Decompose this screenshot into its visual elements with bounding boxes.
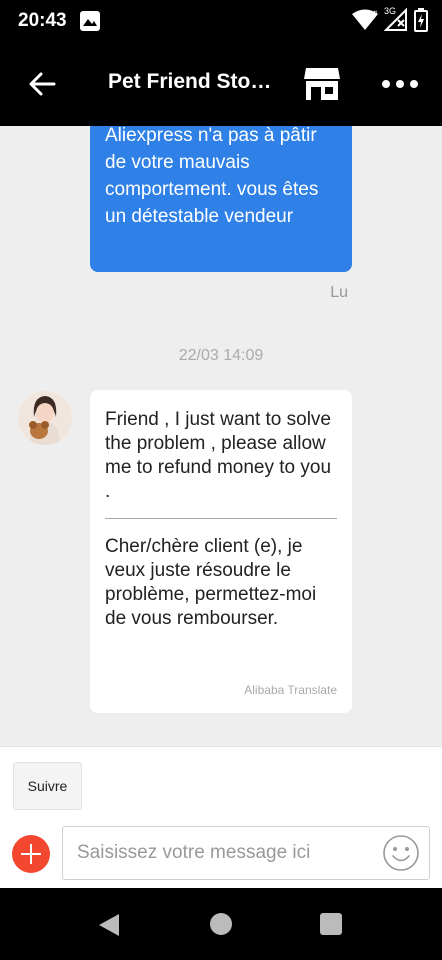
- wifi-icon: ⇅: [352, 9, 378, 30]
- store-name-title: Pet Friend Sto…: [108, 70, 272, 93]
- emoji-icon[interactable]: [382, 834, 420, 872]
- nav-home-icon[interactable]: [210, 913, 232, 935]
- more-dot: [382, 80, 390, 88]
- svg-text:⇅: ⇅: [373, 10, 378, 17]
- back-arrow-icon[interactable]: [28, 70, 56, 98]
- message-input-box[interactable]: [62, 826, 430, 880]
- composer-panel: Suivre: [0, 746, 442, 888]
- message-timestamp: 22/03 14:09: [178, 347, 264, 364]
- follow-button[interactable]: Suivre: [13, 762, 82, 810]
- outgoing-message-text: Aliexpress n'a pas à pâtir de votre mauv…: [105, 126, 319, 227]
- seller-avatar[interactable]: [18, 391, 72, 445]
- network-type: 3G: [384, 6, 397, 16]
- nav-back-icon[interactable]: [98, 913, 120, 937]
- add-icon[interactable]: [12, 835, 50, 873]
- translation-credit: Alibaba Translate: [244, 683, 337, 697]
- more-icon[interactable]: [382, 80, 418, 88]
- image-notification-icon: [80, 11, 100, 31]
- nav-recents-icon[interactable]: [320, 913, 342, 935]
- translation-divider: [105, 518, 337, 519]
- more-dot: [410, 80, 418, 88]
- app-header: Pet Friend Sto…: [0, 42, 442, 126]
- status-bar: 20:43 ⇅ 3G: [0, 0, 442, 42]
- read-status: Lu: [330, 284, 348, 301]
- system-nav-bar: [0, 888, 442, 960]
- status-icons: ⇅ 3G: [352, 6, 428, 32]
- battery-icon: [414, 8, 428, 32]
- original-message-text: Friend , I just want to solve the proble…: [105, 409, 332, 502]
- status-time: 20:43: [18, 10, 67, 31]
- more-dot: [396, 80, 404, 88]
- translated-message-text: Cher/chère client (e), je veux juste rés…: [105, 536, 317, 629]
- outgoing-message-bubble[interactable]: Aliexpress n'a pas à pâtir de votre mauv…: [90, 126, 352, 272]
- store-icon[interactable]: [303, 66, 341, 100]
- incoming-message-bubble[interactable]: Friend , I just want to solve the proble…: [90, 390, 352, 713]
- signal-icon: 3G: [383, 6, 408, 32]
- chat-area[interactable]: Aliexpress n'a pas à pâtir de votre mauv…: [0, 126, 442, 746]
- message-input[interactable]: [63, 827, 373, 879]
